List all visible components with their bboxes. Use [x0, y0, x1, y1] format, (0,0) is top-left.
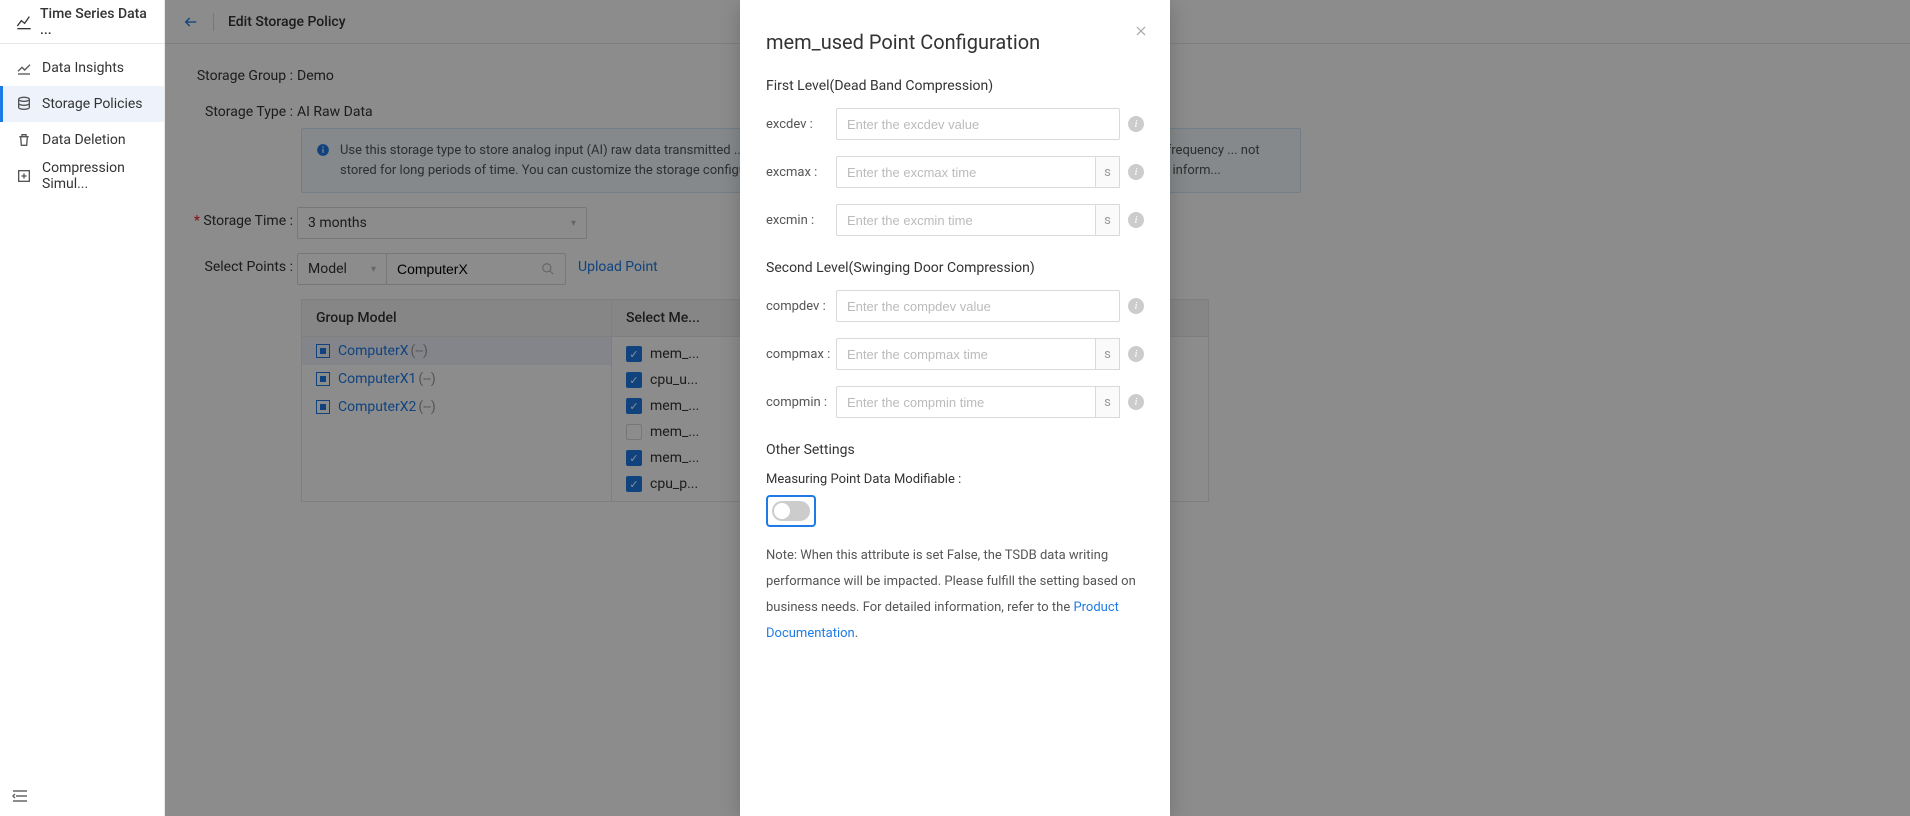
compdev-label: compdev : [766, 299, 836, 314]
compdev-input[interactable] [836, 290, 1120, 322]
section-first-level: First Level(Dead Band Compression) [740, 78, 1170, 108]
compmin-input[interactable] [836, 386, 1096, 418]
section-other-settings: Other Settings [740, 434, 1170, 472]
modal-title: mem_used Point Configuration [740, 0, 1170, 78]
section-second-level: Second Level(Swinging Door Compression) [740, 252, 1170, 290]
info-icon[interactable]: i [1128, 212, 1144, 228]
info-icon[interactable]: i [1128, 164, 1144, 180]
modal-close-button[interactable] [1134, 24, 1148, 38]
unit-seconds: s [1096, 386, 1120, 418]
excmin-input[interactable] [836, 204, 1096, 236]
modifiable-switch[interactable] [772, 501, 810, 521]
unit-seconds: s [1096, 156, 1120, 188]
info-icon[interactable]: i [1128, 346, 1144, 362]
compmax-input[interactable] [836, 338, 1096, 370]
info-icon[interactable]: i [1128, 298, 1144, 314]
modifiable-switch-highlight [766, 495, 816, 527]
info-icon[interactable]: i [1128, 394, 1144, 410]
excmax-label: excmax : [766, 165, 836, 180]
modifiable-note: Note: When this attribute is set False, … [740, 543, 1170, 647]
compmax-label: compmax : [766, 347, 836, 362]
excdev-input[interactable] [836, 108, 1120, 140]
compmin-label: compmin : [766, 395, 836, 410]
unit-seconds: s [1096, 338, 1120, 370]
point-config-modal: mem_used Point Configuration First Level… [740, 0, 1170, 816]
info-icon[interactable]: i [1128, 116, 1144, 132]
modal-wrap: mem_used Point Configuration First Level… [0, 0, 1910, 816]
excmax-input[interactable] [836, 156, 1096, 188]
modifiable-label: Measuring Point Data Modifiable : [740, 472, 1170, 495]
excmin-label: excmin : [766, 213, 836, 228]
excdev-label: excdev : [766, 117, 836, 132]
note-suffix: . [855, 626, 858, 641]
unit-seconds: s [1096, 204, 1120, 236]
